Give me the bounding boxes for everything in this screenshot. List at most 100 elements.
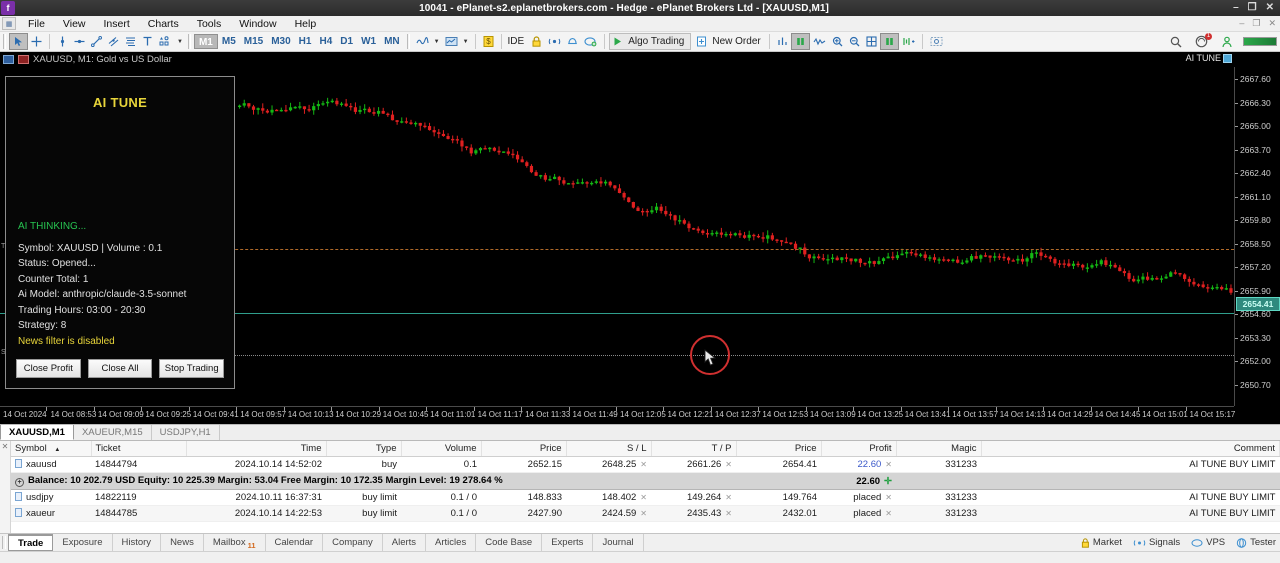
terminal-tab-history[interactable]: History — [113, 534, 162, 551]
trade-table-container[interactable]: Symbol ▲ Ticket Time Type Volume Price S… — [11, 441, 1280, 533]
time-axis[interactable]: 14 Oct 202414 Oct 08:5314 Oct 09:0914 Oc… — [0, 406, 1234, 424]
child-close-button[interactable]: ✕ — [1268, 18, 1276, 29]
chart-tab-usdjpy-h1[interactable]: USDJPY,H1 — [152, 425, 220, 440]
menu-item-view[interactable]: View — [54, 17, 95, 31]
close-all-button[interactable]: Close All — [88, 359, 153, 378]
close-order-icon[interactable]: ✕ — [725, 509, 732, 518]
price-axis[interactable]: 2667.602666.302665.002663.702662.402661.… — [1234, 67, 1280, 406]
zoom-out-icon[interactable] — [846, 33, 863, 50]
close-order-icon[interactable]: ✕ — [725, 460, 732, 469]
algo-trading-button[interactable]: Algo Trading — [609, 33, 691, 50]
crosshair-icon[interactable] — [28, 33, 45, 50]
terminal-tab-exposure[interactable]: Exposure — [53, 534, 112, 551]
grid-icon[interactable] — [863, 33, 880, 50]
terminal-tab-grip[interactable] — [2, 536, 6, 549]
close-order-icon[interactable]: ✕ — [640, 460, 647, 469]
template-icon[interactable] — [442, 33, 461, 50]
timeframe-m1[interactable]: M1 — [194, 34, 218, 49]
shapes-dropdown-icon[interactable]: ▼ — [177, 39, 183, 45]
text-icon[interactable] — [139, 33, 156, 50]
profile-icon[interactable] — [1218, 33, 1236, 50]
search-icon[interactable] — [1167, 33, 1185, 50]
zoom-in-icon[interactable] — [829, 33, 846, 50]
close-order-icon[interactable]: ✕ — [885, 460, 892, 469]
signals-icon[interactable] — [545, 33, 564, 50]
column-header-sl[interactable]: S / L — [566, 441, 651, 457]
timeframe-m15[interactable]: M15 — [240, 34, 267, 49]
chart-type-dropdown-icon[interactable]: ▼ — [434, 39, 440, 45]
menu-item-file[interactable]: File — [19, 17, 54, 31]
ai-tune-panel[interactable]: AI TUNE AI THINKING... Symbol: XAUUSD | … — [5, 76, 235, 389]
column-header-ticket[interactable]: Ticket — [91, 441, 186, 457]
timeframe-h4[interactable]: H4 — [315, 34, 336, 49]
timeframe-w1[interactable]: W1 — [357, 34, 380, 49]
fibonacci-icon[interactable] — [122, 33, 139, 50]
close-order-icon[interactable]: ✕ — [640, 509, 647, 518]
new-order-button[interactable]: New Order — [696, 33, 764, 50]
status-market[interactable]: Market — [1081, 537, 1122, 548]
close-order-icon[interactable]: ✕ — [885, 509, 892, 518]
toolbar-grip-2[interactable] — [188, 34, 191, 49]
terminal-tab-mailbox[interactable]: Mailbox11 — [204, 534, 266, 551]
pause-icon[interactable] — [791, 33, 810, 50]
close-profit-button[interactable]: Close Profit — [16, 359, 81, 378]
column-header-price-current[interactable]: Price — [736, 441, 821, 457]
chart-tab-xauusd-m1[interactable]: XAUUSD,M1 — [0, 425, 74, 440]
timeframe-m30[interactable]: M30 — [267, 34, 294, 49]
toolbar-grip-3[interactable] — [407, 34, 410, 49]
child-maximize-button[interactable]: ❐ — [1252, 18, 1260, 29]
close-button[interactable]: ✕ — [1266, 4, 1274, 12]
menu-item-insert[interactable]: Insert — [95, 17, 139, 31]
horizontal-line-icon[interactable] — [71, 33, 88, 50]
minimize-button[interactable]: – — [1233, 4, 1239, 12]
oscillator-icon[interactable] — [810, 33, 829, 50]
timeframe-m5[interactable]: M5 — [218, 34, 240, 49]
column-header-comment[interactable]: Comment — [981, 441, 1280, 457]
toolbar-grip[interactable] — [3, 34, 6, 49]
terminal-close-sidebar[interactable]: ✕ — [0, 441, 11, 533]
terminal-tab-code-base[interactable]: Code Base — [476, 534, 542, 551]
bars-icon[interactable] — [880, 33, 899, 50]
terminal-tab-experts[interactable]: Experts — [542, 534, 593, 551]
column-header-volume[interactable]: Volume — [401, 441, 481, 457]
template-dropdown-icon[interactable]: ▼ — [463, 39, 469, 45]
status-signals[interactable]: Signals — [1133, 537, 1180, 548]
column-header-type[interactable]: Type — [326, 441, 401, 457]
column-header-symbol[interactable]: Symbol ▲ — [11, 441, 91, 457]
maximize-button[interactable]: ❐ — [1248, 4, 1257, 12]
line-chart-icon[interactable] — [413, 33, 432, 50]
notifications-icon[interactable]: 1 — [1192, 33, 1211, 50]
screenshot-icon[interactable] — [927, 33, 946, 50]
shapes-icon[interactable] — [156, 33, 175, 50]
terminal-tab-trade[interactable]: Trade — [8, 534, 53, 551]
vps-cloud-icon[interactable] — [581, 33, 600, 50]
alert-bell-icon[interactable] — [564, 33, 581, 50]
terminal-tab-articles[interactable]: Articles — [426, 534, 476, 551]
table-row[interactable]: xaueur148447852024.10.14 14:22:53buy lim… — [11, 506, 1280, 522]
table-row[interactable]: usdjpy148221192024.10.11 16:37:31buy lim… — [11, 490, 1280, 506]
stop-trading-button[interactable]: Stop Trading — [159, 359, 224, 378]
column-header-price-open[interactable]: Price — [481, 441, 566, 457]
vertical-line-icon[interactable] — [54, 33, 71, 50]
status-vps[interactable]: VPS — [1191, 537, 1225, 548]
menu-item-help[interactable]: Help — [286, 17, 326, 31]
chart-shift-icon[interactable] — [899, 33, 918, 50]
terminal-tab-alerts[interactable]: Alerts — [383, 534, 426, 551]
column-header-tp[interactable]: T / P — [651, 441, 736, 457]
ide-button[interactable]: IDE — [506, 36, 529, 47]
terminal-tab-journal[interactable]: Journal — [593, 534, 643, 551]
menu-item-window[interactable]: Window — [230, 17, 285, 31]
close-order-icon[interactable]: ✕ — [885, 493, 892, 502]
timeframe-mn[interactable]: MN — [380, 34, 404, 49]
menu-item-tools[interactable]: Tools — [188, 17, 231, 31]
timeframe-h1[interactable]: H1 — [295, 34, 316, 49]
child-minimize-button[interactable]: – — [1239, 18, 1244, 29]
lock-icon[interactable] — [528, 33, 545, 50]
cursor-icon[interactable] — [9, 33, 28, 50]
column-header-magic[interactable]: Magic — [896, 441, 981, 457]
chart-tab-xaueur-m15[interactable]: XAUEUR,M15 — [74, 425, 152, 440]
terminal-tab-company[interactable]: Company — [323, 534, 383, 551]
trendline-icon[interactable] — [88, 33, 105, 50]
menu-item-charts[interactable]: Charts — [139, 17, 188, 31]
column-header-profit[interactable]: Profit — [821, 441, 896, 457]
